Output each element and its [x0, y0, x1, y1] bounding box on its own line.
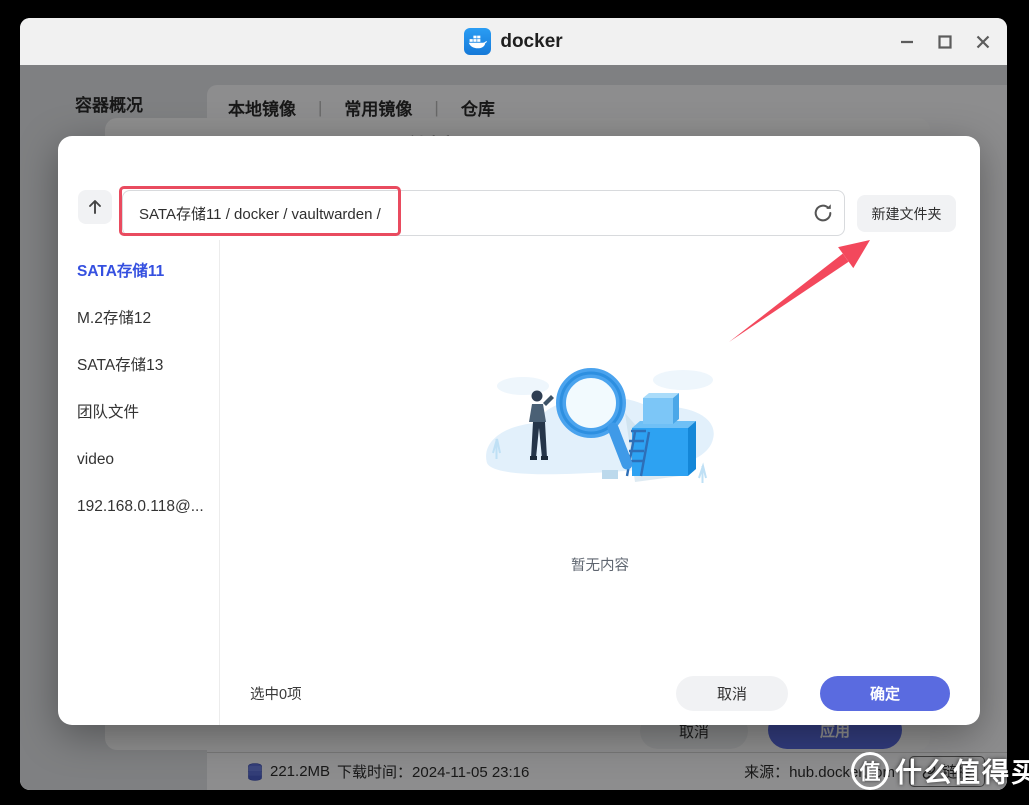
maximize-icon[interactable]: [936, 33, 953, 50]
empty-state-illustration: [486, 368, 714, 483]
volume-item-m2-12[interactable]: M.2存储12: [77, 307, 219, 330]
docker-whale-icon: [464, 28, 492, 55]
folder-picker-dialog: 新建文件夹 SATA存储11 M.2存储12 SATA存储13 团队文件 vid…: [58, 136, 980, 725]
confirm-button[interactable]: 确定: [820, 675, 950, 711]
volume-item-sata11[interactable]: SATA存储11: [77, 260, 219, 283]
titlebar: docker: [20, 18, 1007, 65]
path-input[interactable]: [122, 190, 845, 236]
path-bar: [122, 190, 845, 236]
empty-state-text: 暂无内容: [571, 558, 629, 574]
up-directory-button[interactable]: [78, 190, 112, 224]
volume-item-video[interactable]: video: [77, 448, 219, 471]
window-title: docker: [500, 30, 563, 52]
close-icon[interactable]: [974, 33, 991, 50]
cancel-button[interactable]: 取消: [676, 675, 788, 711]
refresh-icon[interactable]: [812, 202, 834, 224]
volume-list: SATA存储11 M.2存储12 SATA存储13 团队文件 video 192…: [58, 240, 220, 725]
selection-status: 选中0项: [250, 686, 302, 703]
dialog-footer: 选中0项 取消 确定: [250, 675, 950, 711]
new-folder-button[interactable]: 新建文件夹: [857, 195, 956, 232]
docker-window: docker 容器概况 本地镜像 | 常用镜像 | 仓库 221.2MB 下载时…: [20, 18, 1007, 790]
volume-item-team-files[interactable]: 团队文件: [77, 401, 219, 424]
volume-item-remote-host[interactable]: 192.168.0.118@...: [77, 495, 219, 518]
folder-contents-area: 暂无内容 选中0项 取消 确定: [220, 240, 980, 725]
minimize-icon[interactable]: [898, 33, 915, 50]
volume-item-sata13[interactable]: SATA存储13: [77, 354, 219, 377]
up-arrow-icon: [89, 200, 101, 214]
